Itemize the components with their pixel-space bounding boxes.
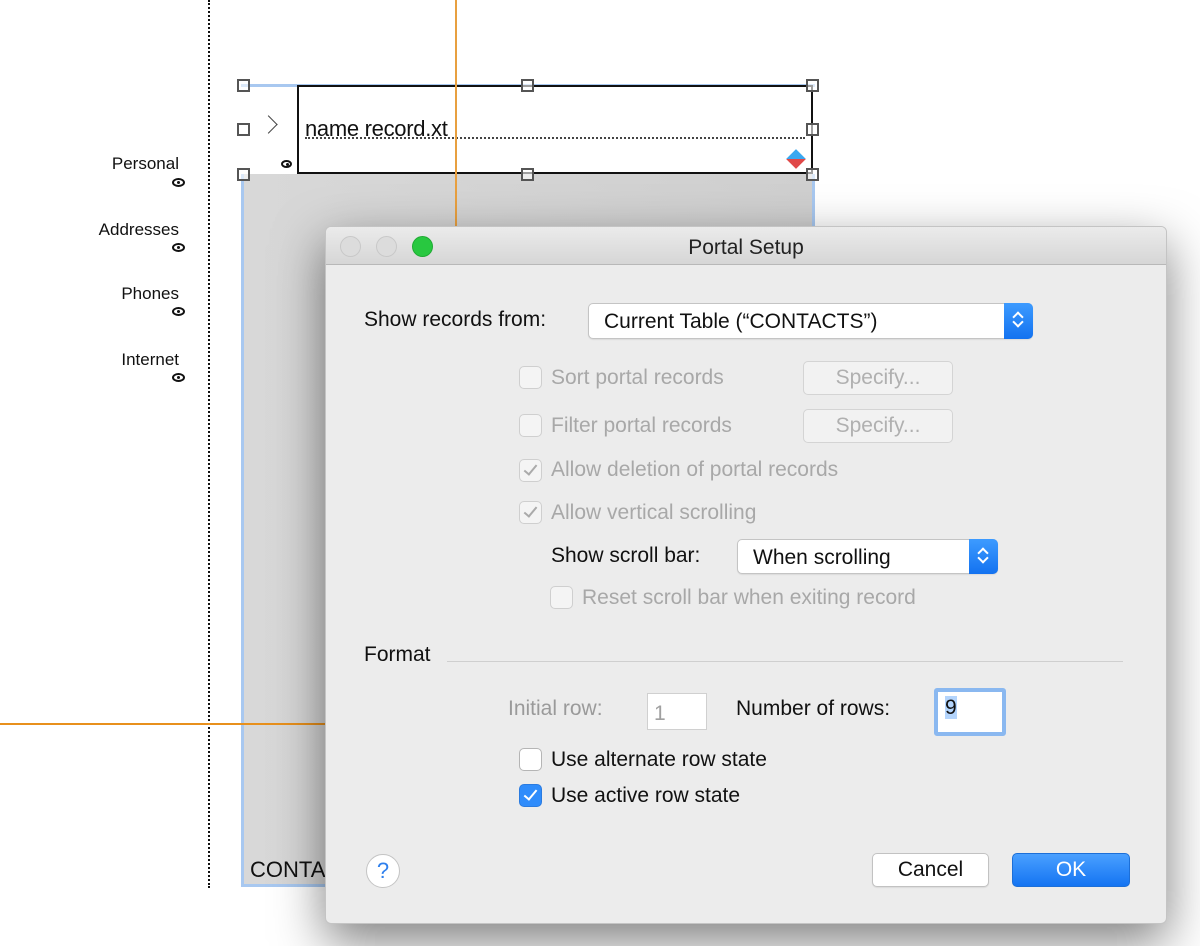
tab-label-phones: Phones <box>121 284 179 303</box>
sort-portal-records-checkbox[interactable] <box>519 366 542 389</box>
resize-handle[interactable] <box>806 79 819 92</box>
allow-vertical-scrolling-label: Allow vertical scrolling <box>551 501 757 524</box>
eye-icon <box>172 178 185 187</box>
stepper-icon <box>1004 303 1033 339</box>
alternate-row-state-label: Use alternate row state <box>551 748 767 771</box>
allow-vertical-scrolling-checkbox[interactable] <box>519 501 542 524</box>
resize-handle[interactable] <box>521 79 534 92</box>
eye-icon <box>172 307 185 316</box>
sort-specify-button[interactable]: Specify... <box>803 361 953 395</box>
show-scroll-bar-select[interactable]: When scrolling <box>737 539 998 574</box>
eye-icon <box>172 243 185 252</box>
stepper-icon <box>969 539 998 574</box>
resize-handle[interactable] <box>806 123 819 136</box>
ok-button[interactable]: OK <box>1012 853 1130 887</box>
allow-deletion-label: Allow deletion of portal records <box>551 458 839 481</box>
resize-handle[interactable] <box>237 168 250 181</box>
dialog-title: Portal Setup <box>688 236 804 259</box>
field-baseline <box>305 137 805 139</box>
tab-label-internet: Internet <box>121 350 179 369</box>
tab-label-addresses: Addresses <box>98 220 179 239</box>
active-row-state-label: Use active row state <box>551 784 741 807</box>
alternate-row-state-checkbox[interactable] <box>519 748 542 771</box>
vertical-guide[interactable] <box>455 0 457 230</box>
format-heading: Format <box>364 643 431 666</box>
number-of-rows-input[interactable]: 9 <box>934 688 1006 736</box>
cancel-button[interactable]: Cancel <box>872 853 989 887</box>
layout-boundary-line <box>208 0 210 888</box>
show-scroll-bar-value: When scrolling <box>753 546 891 569</box>
initial-row-input[interactable]: 1 <box>647 693 707 730</box>
help-button[interactable]: ? <box>366 854 400 888</box>
eye-icon <box>172 373 185 382</box>
format-divider <box>447 661 1123 662</box>
number-of-rows-value: 9 <box>945 696 957 719</box>
title-bar[interactable]: Portal Setup <box>326 227 1166 265</box>
show-records-from-value: Current Table (“CONTACTS”) <box>604 310 878 333</box>
show-records-from-select[interactable]: Current Table (“CONTACTS”) <box>588 303 1033 339</box>
allow-deletion-checkbox[interactable] <box>519 459 542 482</box>
horizontal-guide[interactable] <box>0 723 330 725</box>
number-of-rows-label: Number of rows: <box>736 697 891 720</box>
reset-scroll-bar-label: Reset scroll bar when exiting record <box>582 586 916 609</box>
portal-table-label: CONTA <box>250 857 326 882</box>
resize-handle[interactable] <box>237 79 250 92</box>
show-scroll-bar-label: Show scroll bar: <box>551 544 701 567</box>
resize-handle[interactable] <box>237 123 250 136</box>
resize-handle[interactable] <box>521 168 534 181</box>
initial-row-label: Initial row: <box>508 697 603 720</box>
show-records-from-label: Show records from: <box>364 308 547 331</box>
active-row-state-checkbox[interactable] <box>519 784 542 807</box>
eye-icon <box>281 160 292 168</box>
filter-portal-records-checkbox[interactable] <box>519 414 542 437</box>
filter-specify-button[interactable]: Specify... <box>803 409 953 443</box>
reset-scroll-bar-checkbox[interactable] <box>550 586 573 609</box>
filter-portal-records-label: Filter portal records <box>551 414 732 437</box>
sort-portal-records-label: Sort portal records <box>551 366 724 389</box>
tab-label-personal: Personal <box>111 154 179 173</box>
resize-handle[interactable] <box>806 168 819 181</box>
